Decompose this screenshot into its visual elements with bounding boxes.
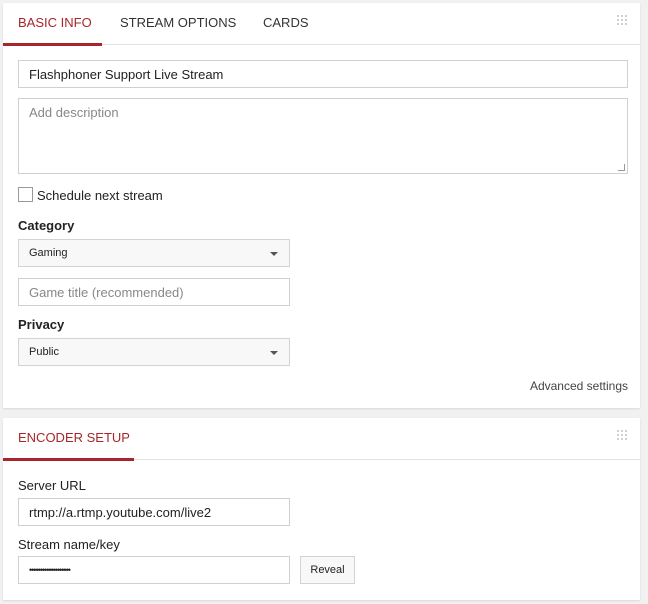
schedule-checkbox[interactable] [18, 187, 33, 202]
privacy-value: Public [29, 346, 59, 358]
game-title-placeholder: Game title (recommended) [29, 284, 184, 300]
basic-info-panel: BASIC INFO STREAM OPTIONS CARDS Flashpho… [3, 3, 640, 408]
stream-key-input[interactable]: ••••••••••••••••••• [18, 556, 290, 584]
encoder-tab-bar: ENCODER SETUP [3, 418, 640, 461]
chevron-down-icon [270, 252, 278, 256]
game-title-input[interactable]: Game title (recommended) [18, 278, 290, 306]
tab-bar: BASIC INFO STREAM OPTIONS CARDS [3, 3, 640, 46]
drag-handle-icon[interactable] [616, 429, 628, 441]
privacy-select[interactable]: Public [18, 338, 290, 366]
active-tab-indicator [3, 43, 102, 46]
tab-basic-info[interactable]: BASIC INFO [18, 15, 92, 30]
description-placeholder: Add description [29, 105, 119, 120]
category-label: Category [18, 218, 75, 233]
category-value: Gaming [29, 247, 68, 259]
category-select[interactable]: Gaming [18, 239, 290, 267]
tab-cards[interactable]: CARDS [263, 15, 309, 30]
encoder-setup-panel: ENCODER SETUP Server URL rtmp://a.rtmp.y… [3, 418, 640, 600]
resize-handle-icon[interactable] [618, 164, 625, 171]
schedule-label: Schedule next stream [37, 188, 163, 203]
server-url-input[interactable]: rtmp://a.rtmp.youtube.com/live2 [18, 498, 290, 526]
drag-handle-icon[interactable] [616, 14, 628, 26]
server-url-label: Server URL [18, 478, 86, 493]
chevron-down-icon [270, 351, 278, 355]
title-input[interactable]: Flashphoner Support Live Stream [18, 60, 628, 88]
tab-encoder-setup[interactable]: ENCODER SETUP [18, 430, 130, 445]
description-textarea[interactable]: Add description [18, 98, 628, 174]
active-tab-indicator [3, 458, 134, 461]
advanced-settings-link[interactable]: Advanced settings [530, 379, 628, 393]
stream-key-label: Stream name/key [18, 537, 120, 552]
tab-stream-options[interactable]: STREAM OPTIONS [120, 15, 236, 30]
reveal-button[interactable]: Reveal [300, 556, 355, 584]
privacy-label: Privacy [18, 317, 65, 332]
